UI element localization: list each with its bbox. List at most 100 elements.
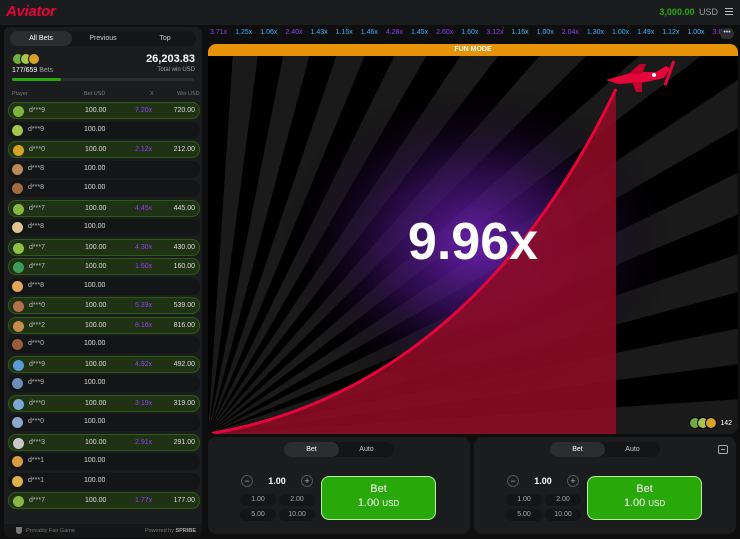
history-multiplier[interactable]: 1.25x — [235, 29, 252, 41]
history-multiplier[interactable]: 1.60x — [461, 29, 478, 41]
bets-count-label: Bets — [39, 67, 54, 74]
quick-amount-button[interactable]: 1.00 — [240, 494, 276, 506]
player-name: d***2 — [29, 321, 45, 329]
bet-row: d***9 100.00 7.20x 720.00 — [8, 102, 200, 119]
bet-button-label: Bet — [370, 483, 387, 495]
avatar — [13, 203, 24, 215]
tab-top[interactable]: Top — [134, 31, 196, 46]
player-name: d***9 — [29, 360, 45, 368]
increase-amount-button[interactable]: + — [567, 475, 579, 487]
bets-table: d***9 100.00 7.20x 720.00 d***9 100.00 d***0 10… — [8, 102, 200, 512]
tab-all-bets[interactable]: All Bets — [10, 31, 72, 46]
current-multiplier: 9.96x — [407, 213, 539, 271]
history-more-button[interactable]: ••• — [720, 28, 734, 39]
cashout-multiplier: 4.45x — [135, 204, 153, 212]
bet-button-label: Bet — [636, 483, 653, 495]
sidebar-footer: Provably Fair Game Powered by SPRIBE — [4, 524, 202, 537]
bet-button-amount-line: 1.00 USD — [588, 497, 701, 509]
quick-amount-button[interactable]: 10.00 — [279, 509, 315, 521]
quick-amount-button[interactable]: 2.00 — [279, 494, 315, 506]
avatar — [12, 475, 23, 487]
powered-by: Powered by SPRIBE — [145, 528, 196, 534]
bet-amount: 100.00 — [84, 418, 106, 425]
player-name: d***7 — [29, 204, 45, 212]
tab-auto[interactable]: Auto — [339, 442, 394, 457]
bets-count: 177/659 Bets — [12, 67, 53, 74]
hamburger-menu-icon[interactable] — [725, 6, 733, 16]
win-amount: 720.00 — [173, 107, 195, 114]
history-multiplier[interactable]: 1.12x — [662, 29, 679, 41]
bet-amount: 100.00 — [84, 125, 106, 133]
bet-mode-switcher: Bet Auto — [550, 442, 660, 457]
shield-icon — [16, 527, 22, 534]
powered-by-brand: SPRIBE — [175, 528, 196, 534]
increase-amount-button[interactable]: + — [301, 475, 313, 487]
bet-button-currency: USD — [382, 499, 400, 508]
decrease-amount-button[interactable]: − — [507, 475, 519, 487]
column-win: Win USD — [177, 91, 200, 97]
bet-row: d***0 100.00 3.19x 319.00 — [8, 394, 200, 412]
quick-amount-button[interactable]: 1.00 — [506, 494, 542, 506]
avatar — [12, 417, 23, 428]
quick-amount-button[interactable]: 10.00 — [545, 509, 581, 521]
bet-amount: 100.00 — [85, 302, 107, 309]
history-multiplier[interactable]: 1.00x — [687, 29, 704, 41]
bet-amount-stepper: − 1.00 + — [241, 475, 313, 488]
win-amount: 319.00 — [173, 399, 195, 407]
history-multiplier[interactable]: 1.43x — [311, 29, 328, 41]
history-multiplier[interactable]: 3.71x — [210, 29, 227, 41]
player-name: d***7 — [29, 263, 45, 270]
tab-auto[interactable]: Auto — [605, 442, 660, 457]
players-online: 142 — [689, 417, 732, 429]
place-bet-button[interactable]: Bet 1.00 USD — [321, 476, 436, 520]
history-multiplier[interactable]: 1.49x — [637, 29, 654, 41]
bet-amount: 100.00 — [85, 321, 107, 329]
history-multiplier[interactable]: 1.00x — [537, 29, 554, 41]
history-multiplier[interactable]: 1.16x — [512, 29, 529, 41]
multiplier-history: 3.71x 1.25x 1.06x 2.40x 1.43x 1.15x 1.46x 4.28x… — [210, 29, 730, 41]
cashout-multiplier: 4.30x — [135, 243, 153, 251]
win-amount: 816.00 — [173, 321, 195, 329]
bet-row: d***9 100.00 — [8, 375, 200, 392]
tab-previous[interactable]: Previous — [72, 31, 134, 46]
history-multiplier[interactable]: 2.04x — [562, 29, 579, 41]
bet-row: d***9 100.00 — [8, 121, 200, 139]
tab-bet[interactable]: Bet — [284, 442, 339, 457]
history-multiplier[interactable]: 1.00x — [612, 29, 629, 41]
history-multiplier[interactable]: 1.15x — [336, 29, 353, 41]
history-multiplier[interactable]: 1.30x — [587, 29, 604, 41]
history-multiplier[interactable]: 1.46x — [361, 29, 378, 41]
bets-table-header: Player Bet USD X Win USD — [4, 89, 202, 99]
history-multiplier[interactable]: 3.12x — [486, 29, 503, 41]
avatar — [12, 163, 23, 175]
avatar — [13, 437, 24, 449]
avatar — [13, 262, 24, 273]
player-name: d***8 — [28, 164, 44, 172]
place-bet-button[interactable]: Bet 1.00 USD — [587, 476, 702, 520]
bet-amount: 100.00 — [85, 243, 107, 251]
bet-row: d***0 100.00 2.12x 212.00 — [8, 141, 200, 158]
history-multiplier[interactable]: 1.06x — [260, 29, 277, 41]
win-amount: 291.00 — [173, 438, 195, 446]
history-multiplier[interactable]: 1.45x — [411, 29, 428, 41]
bet-amount: 100.00 — [85, 438, 107, 446]
bet-row: d***8 100.00 — [8, 219, 200, 236]
provably-fair-link[interactable]: Provably Fair Game — [26, 528, 75, 534]
quick-amount-button[interactable]: 5.00 — [240, 509, 276, 521]
avatar — [13, 145, 24, 156]
player-name: d***1 — [28, 476, 44, 484]
quick-amount-button[interactable]: 5.00 — [506, 509, 542, 521]
quick-amount-button[interactable]: 2.00 — [545, 494, 581, 506]
cashout-multiplier: 4.92x — [135, 360, 153, 368]
history-multiplier[interactable]: 2.40x — [285, 29, 302, 41]
bet-amount-value[interactable]: 1.00 — [255, 476, 299, 486]
decrease-amount-button[interactable]: − — [241, 475, 253, 487]
column-player: Player — [12, 91, 28, 97]
tab-bet[interactable]: Bet — [550, 442, 605, 457]
bet-amount: 100.00 — [85, 497, 107, 504]
history-multiplier[interactable]: 4.28x — [386, 29, 403, 41]
bet-amount-value[interactable]: 1.00 — [521, 476, 565, 486]
history-multiplier[interactable]: 2.60x — [436, 29, 453, 41]
remove-panel-icon[interactable] — [718, 445, 728, 454]
player-name: d***7 — [29, 243, 45, 251]
